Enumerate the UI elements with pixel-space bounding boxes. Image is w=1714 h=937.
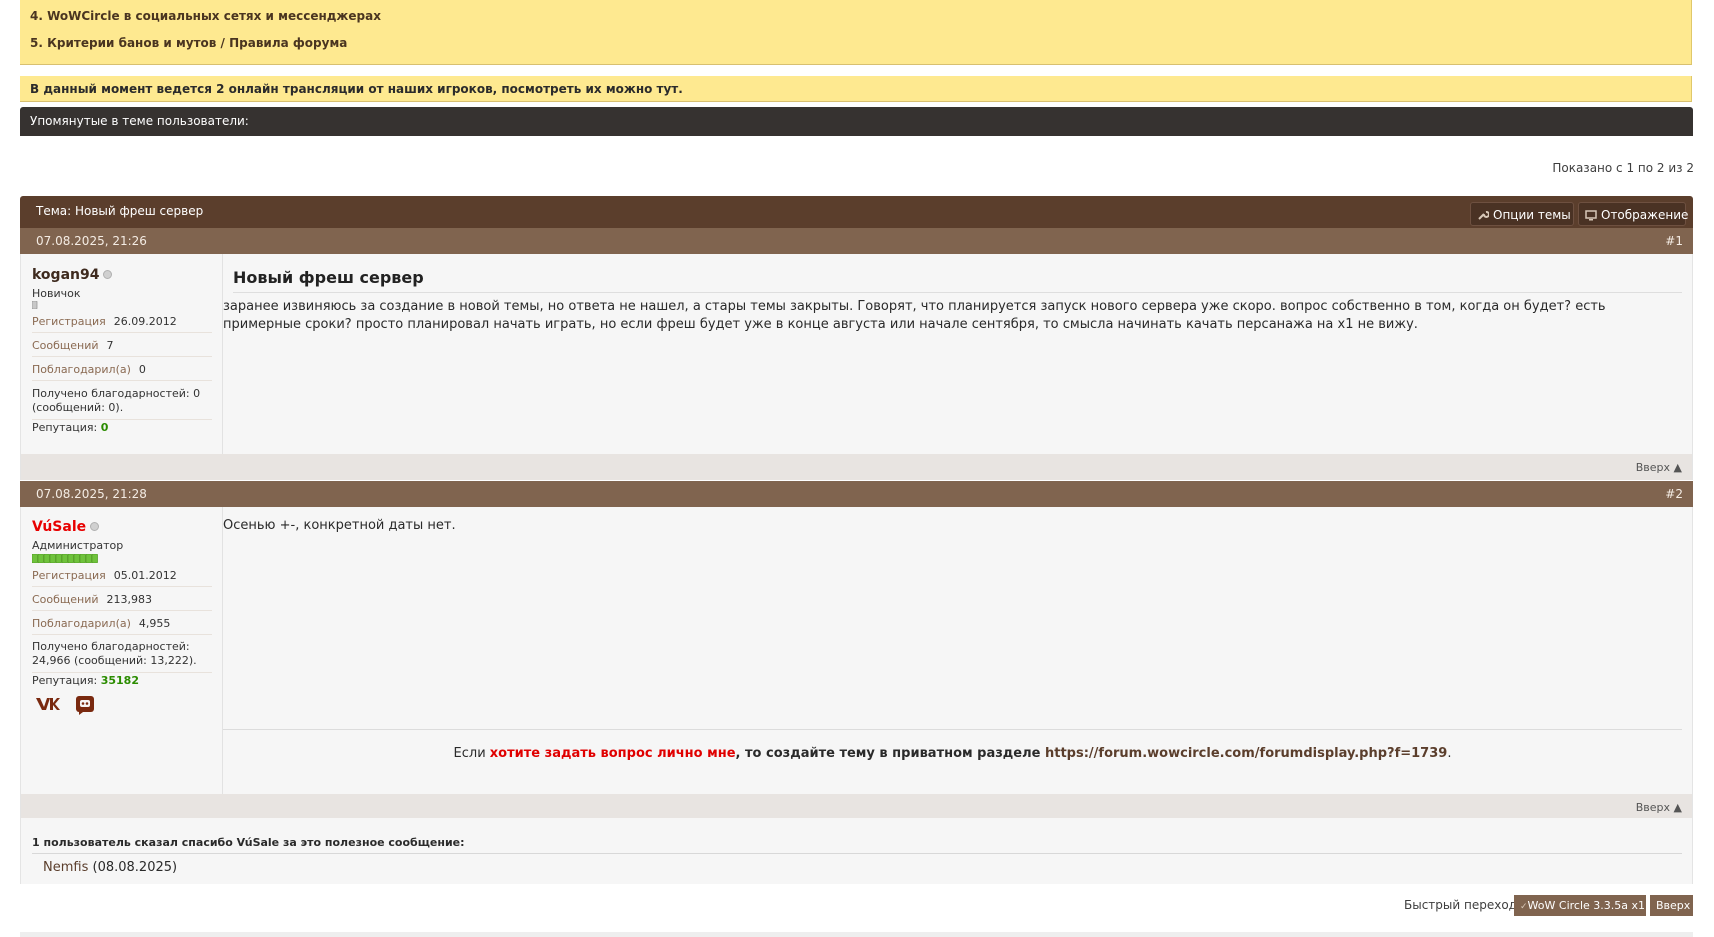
stream-text[interactable]: В данный момент ведется 2 онлайн трансля… — [30, 82, 683, 96]
user-info-panel: VúSale Администратор Регистрация 05.01.20… — [21, 507, 223, 794]
wrench-icon — [1477, 209, 1489, 221]
mentioned-users-header: Упомянутые в теме пользователи: — [20, 107, 1693, 136]
offline-status-icon — [103, 270, 113, 279]
posts-count-label: Сообщений — [32, 339, 99, 352]
username-link[interactable]: kogan94 — [32, 267, 113, 283]
post-message: Осенью +-, конкретной даты нет. — [223, 518, 456, 533]
reputation-bar — [32, 301, 38, 309]
registration-value: 26.09.2012 — [113, 315, 177, 328]
back-to-top-link[interactable]: Вверх ▲ — [1636, 461, 1682, 474]
posts-count-label: Сообщений — [32, 593, 99, 606]
page-bottom-divider — [20, 932, 1693, 937]
post-date: 07.08.2025, 21:28 — [36, 487, 147, 501]
post-number-link[interactable]: #1 — [1665, 234, 1683, 248]
posts-count-field: Сообщений 7 — [32, 339, 212, 357]
thanks-user-link[interactable]: Nemfis — [43, 860, 88, 875]
reputation-label: Репутация: — [32, 674, 98, 687]
received-thanks-field: Получено благодарностей: 24,966 (сообщени… — [32, 640, 212, 673]
username-text[interactable]: VúSale — [32, 519, 86, 535]
forum-jump-label: WoW Circle 3.3.5a x1 — [1527, 899, 1646, 912]
back-to-top-link[interactable]: Вверх ▲ — [1636, 801, 1682, 814]
registration-label: Регистрация — [32, 315, 106, 328]
post-2: VúSale Администратор Регистрация 05.01.20… — [20, 507, 1693, 794]
quick-nav-label: Быстрый переход — [1404, 898, 1517, 912]
registration-field: Регистрация 26.09.2012 — [32, 315, 212, 333]
top-button-label: Вверх — [1656, 899, 1691, 912]
forum-jump-button[interactable]: ✓WoW Circle 3.3.5a x1 — [1514, 895, 1646, 916]
reputation-label: Репутация: — [32, 421, 98, 434]
forum-links-notice: 4. WoWCircle в социальных сетях и мессен… — [20, 0, 1692, 65]
reputation-bar — [32, 554, 100, 563]
registration-label: Регистрация — [32, 569, 106, 582]
private-section-link[interactable]: https://forum.wowcircle.com/forumdisplay… — [1045, 746, 1447, 761]
thanked-label: Поблагодарил(а) — [32, 363, 131, 376]
received-thanks-line2: 24,966 (сообщений: 13,222). — [32, 654, 197, 667]
post-header-2: 07.08.2025, 21:28 #2 — [20, 481, 1693, 507]
thanks-box: 1 пользователь сказал спасибо VúSale за … — [20, 818, 1693, 884]
reputation-value: 0 — [100, 421, 109, 434]
post-header-1: 07.08.2025, 21:26 #1 — [20, 228, 1693, 254]
thanks-entry: Nemfis (08.08.2025) — [43, 860, 177, 875]
thread-options-label: Опции темы — [1493, 208, 1571, 222]
thanked-label: Поблагодарил(а) — [32, 617, 131, 630]
post-title: Новый фреш сервер — [233, 268, 424, 287]
pagination-text: Показано с 1 по 2 из 2 — [1552, 161, 1694, 175]
received-thanks-line1: Получено благодарностей: 0 — [32, 387, 201, 400]
stream-notice: В данный момент ведется 2 онлайн трансля… — [20, 76, 1692, 102]
thanks-date: (08.08.2025) — [92, 860, 178, 875]
thread-options-button[interactable]: Опции темы — [1470, 202, 1574, 226]
signature: Если хотите задать вопрос лично мне, то … — [223, 746, 1682, 761]
top-button[interactable]: Вверх — [1650, 895, 1693, 916]
display-mode-button[interactable]: Отображение — [1578, 202, 1689, 226]
username-text[interactable]: kogan94 — [32, 267, 99, 283]
check-icon: ✓ — [1520, 902, 1528, 912]
vk-icon[interactable] — [35, 695, 61, 713]
thread-title: Тема: Новый фреш сервер — [36, 204, 204, 218]
reputation-field: Репутация: 0 — [32, 421, 212, 438]
mentioned-users-label: Упомянутые в теме пользователи: — [30, 114, 249, 128]
username-link[interactable]: VúSale — [32, 519, 100, 535]
display-mode-label: Отображение — [1601, 208, 1689, 222]
post-message: заранее извиняюсь за создание в новой те… — [223, 299, 1606, 332]
thanked-field: Поблагодарил(а) 4,955 — [32, 617, 212, 635]
thanks-divider — [32, 853, 1682, 854]
thanked-field: Поблагодарил(а) 0 — [32, 363, 212, 381]
posts-count-value: 7 — [106, 339, 114, 352]
thanks-title: 1 пользователь сказал спасибо VúSale за … — [32, 836, 465, 849]
user-rank: Администратор — [32, 539, 124, 552]
discord-icon[interactable] — [75, 695, 95, 715]
offline-status-icon — [90, 522, 100, 531]
received-thanks-line1: Получено благодарностей: — [32, 640, 190, 653]
posts-count-value: 213,983 — [106, 593, 153, 606]
user-info-panel: kogan94 Новичок Регистрация 26.09.2012 Со… — [21, 254, 223, 454]
rules-link[interactable]: 5. Критерии банов и мутов / Правила фору… — [30, 36, 347, 50]
thanked-value: 0 — [138, 363, 146, 376]
post-footer-2: Вверх ▲ — [20, 794, 1693, 820]
posts-count-field: Сообщений 213,983 — [32, 593, 212, 611]
title-divider — [233, 292, 1682, 293]
received-thanks-line2: (сообщений: 0). — [32, 401, 124, 414]
registration-field: Регистрация 05.01.2012 — [32, 569, 212, 587]
social-link[interactable]: 4. WoWCircle в социальных сетях и мессен… — [30, 9, 381, 23]
signature-pre: Если — [453, 746, 490, 761]
registration-value: 05.01.2012 — [113, 569, 177, 582]
thanked-value: 4,955 — [138, 617, 171, 630]
signature-highlight: хотите задать вопрос лично мне — [489, 746, 736, 761]
monitor-icon — [1585, 209, 1597, 221]
received-thanks-field: Получено благодарностей: 0 (сообщений: 0)… — [32, 387, 212, 420]
post-number-link[interactable]: #2 — [1665, 487, 1683, 501]
thread-header: Тема: Новый фреш сервер Опции темы Отобр… — [20, 196, 1693, 228]
signature-divider — [223, 729, 1682, 730]
signature-post: . — [1447, 746, 1452, 761]
post-footer-1: Вверх ▲ — [20, 454, 1693, 480]
reputation-value: 35182 — [100, 674, 139, 687]
post-1: kogan94 Новичок Регистрация 26.09.2012 Со… — [20, 254, 1693, 454]
reputation-field: Репутация: 35182 — [32, 674, 212, 691]
signature-mid: , то создайте тему в приватном разделе — [735, 746, 1045, 761]
post-date: 07.08.2025, 21:26 — [36, 234, 147, 248]
user-rank: Новичок — [32, 287, 81, 300]
